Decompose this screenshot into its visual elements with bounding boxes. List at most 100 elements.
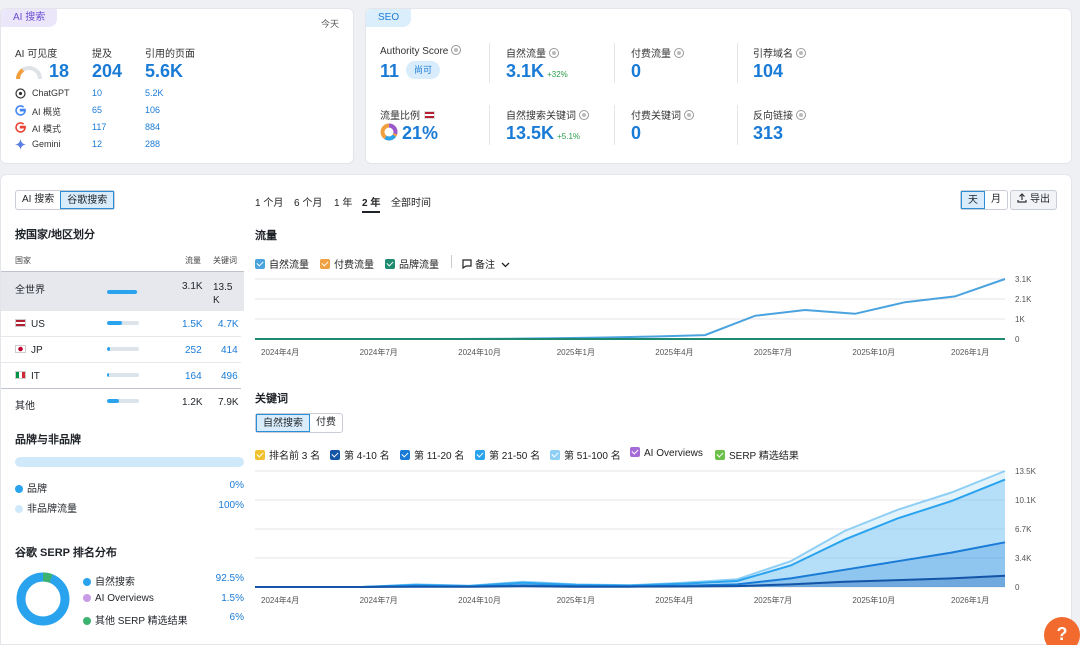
keywords-col-header: 关键词 bbox=[213, 256, 237, 265]
backlinks-value[interactable]: 313 bbox=[753, 123, 783, 144]
legend-11-20[interactable]: 第 11-20 名 bbox=[400, 447, 464, 462]
legend-paid[interactable]: 付费流量 bbox=[320, 256, 374, 271]
bar-fill bbox=[107, 399, 120, 403]
country-share-bar bbox=[107, 399, 139, 403]
info-icon[interactable] bbox=[451, 45, 462, 55]
checkbox-icon bbox=[330, 450, 340, 460]
country-label: JP bbox=[15, 345, 43, 356]
country-row-us[interactable]: US 1.5K 4.7K bbox=[1, 311, 241, 337]
authority-score-value[interactable]: 11 bbox=[380, 61, 399, 82]
export-button[interactable]: 导出 bbox=[1010, 190, 1057, 210]
country-keywords[interactable]: 4.7K bbox=[218, 319, 239, 330]
legend-label: 第 4-10 名 bbox=[344, 451, 390, 462]
y-tick-label: 1K bbox=[1015, 315, 1025, 324]
info-icon[interactable] bbox=[674, 48, 684, 58]
country-row-it[interactable]: IT 164 496 bbox=[1, 363, 241, 389]
info-icon[interactable] bbox=[579, 110, 589, 120]
ai-cited-value[interactable]: 5.6K bbox=[145, 61, 183, 82]
legend-ai-overviews[interactable]: AI Overviews bbox=[630, 447, 703, 459]
legend-organic[interactable]: 自然流量 bbox=[255, 256, 309, 271]
tab-organic[interactable]: 自然搜索 bbox=[256, 414, 310, 432]
paid-keywords-value[interactable]: 0 bbox=[631, 123, 641, 144]
x-tick-label: 2026年1月 bbox=[951, 347, 989, 357]
platform-mentions[interactable]: 10 bbox=[92, 88, 102, 98]
help-button[interactable]: ? bbox=[1044, 617, 1080, 645]
period-1m[interactable]: 1 个月 bbox=[255, 194, 283, 209]
country-traffic[interactable]: 164 bbox=[185, 371, 202, 382]
legend-4-10[interactable]: 第 4-10 名 bbox=[330, 447, 390, 462]
period-2y[interactable]: 2 年 bbox=[362, 194, 381, 213]
legend-label: 付费流量 bbox=[334, 260, 374, 271]
serp-dot bbox=[83, 594, 91, 602]
platform-mentions[interactable]: 65 bbox=[92, 105, 102, 115]
x-tick-label: 2025年1月 bbox=[557, 595, 595, 605]
country-keywords: 7.9K bbox=[218, 397, 239, 408]
traffic-share-value[interactable]: 21% bbox=[402, 123, 438, 144]
x-tick-label: 2025年1月 bbox=[557, 347, 595, 357]
serp-value[interactable]: 1.5% bbox=[221, 593, 244, 604]
country-keywords[interactable]: 496 bbox=[221, 371, 238, 382]
info-icon[interactable] bbox=[796, 110, 806, 120]
info-icon[interactable] bbox=[684, 110, 694, 120]
platform-mentions[interactable]: 12 bbox=[92, 139, 102, 149]
notes-dropdown[interactable]: 备注 bbox=[462, 256, 510, 271]
country-row-world[interactable]: 全世界 3.1K 13.5 K bbox=[1, 271, 244, 311]
ai-mentions-value[interactable]: 204 bbox=[92, 61, 122, 82]
ai-search-tag: AI 搜索 bbox=[1, 9, 58, 27]
tab-paid[interactable]: 付费 bbox=[310, 414, 342, 432]
serp-value[interactable]: 6% bbox=[230, 612, 244, 623]
legend-top3[interactable]: 排名前 3 名 bbox=[255, 447, 320, 462]
y-tick-label: 10.1K bbox=[1015, 496, 1037, 505]
serp-legend-row: 其他 SERP 精选结果 6% bbox=[83, 612, 244, 627]
ai-visibility-value[interactable]: 18 bbox=[49, 61, 69, 82]
period-1y[interactable]: 1 年 bbox=[334, 194, 352, 209]
country-label: IT bbox=[15, 371, 40, 382]
toggle-ai-search[interactable]: AI 搜索 bbox=[16, 191, 60, 209]
legend-serp-features[interactable]: SERP 精选结果 bbox=[715, 447, 799, 462]
referring-domains-value[interactable]: 104 bbox=[753, 61, 783, 82]
organic-keywords-value[interactable]: 13.5K bbox=[506, 123, 554, 143]
checkbox-icon bbox=[320, 259, 330, 269]
seo-divider bbox=[614, 43, 615, 83]
country-traffic[interactable]: 252 bbox=[185, 345, 202, 356]
x-tick-label: 2025年7月 bbox=[754, 595, 792, 605]
ai-mentions-label: 提及 bbox=[92, 49, 112, 60]
period-all[interactable]: 全部时间 bbox=[391, 194, 431, 209]
platform-cited[interactable]: 288 bbox=[145, 139, 160, 149]
country-row-jp[interactable]: JP 252 414 bbox=[1, 337, 241, 363]
brand-value[interactable]: 0% bbox=[230, 480, 244, 491]
legend-separator bbox=[451, 255, 452, 268]
platform-cited[interactable]: 884 bbox=[145, 122, 160, 132]
legend-label: 自然流量 bbox=[269, 260, 309, 271]
legend-51-100[interactable]: 第 51-100 名 bbox=[550, 447, 621, 462]
traffic-share-donut-icon bbox=[380, 123, 398, 141]
toggle-google-search[interactable]: 谷歌搜索 bbox=[60, 191, 115, 209]
nonbrand-value[interactable]: 100% bbox=[218, 500, 244, 511]
country-traffic[interactable]: 1.5K bbox=[182, 319, 203, 330]
serp-dot bbox=[83, 617, 91, 625]
main-panel: AI 搜索 谷歌搜索 按国家/地区划分 国家 流量 关键词 全世界 3.1K 1… bbox=[0, 174, 1072, 645]
seo-tag: SEO bbox=[366, 9, 412, 27]
serp-value[interactable]: 92.5% bbox=[216, 573, 244, 584]
info-icon[interactable] bbox=[796, 48, 806, 58]
platform-cited[interactable]: 5.2K bbox=[145, 88, 164, 98]
period-6m[interactable]: 6 个月 bbox=[294, 194, 322, 209]
info-icon[interactable] bbox=[549, 48, 559, 58]
organic-traffic-value[interactable]: 3.1K bbox=[506, 61, 544, 81]
checkbox-icon bbox=[475, 450, 485, 460]
country-share-bar bbox=[107, 290, 139, 294]
serp-legend-row: AI Overviews 1.5% bbox=[83, 593, 244, 604]
platform-cited[interactable]: 106 bbox=[145, 105, 160, 115]
platform-mentions[interactable]: 117 bbox=[92, 122, 106, 132]
country-keywords[interactable]: 414 bbox=[221, 345, 238, 356]
granularity-day[interactable]: 天 bbox=[961, 191, 985, 209]
paid-traffic-value[interactable]: 0 bbox=[631, 61, 641, 82]
upload-icon bbox=[1017, 193, 1027, 203]
country-traffic: 3.1K bbox=[182, 281, 203, 292]
x-tick-label: 2025年4月 bbox=[655, 595, 693, 605]
granularity-month[interactable]: 月 bbox=[985, 191, 1007, 209]
checkbox-icon bbox=[550, 450, 560, 460]
legend-brand[interactable]: 品牌流量 bbox=[385, 256, 439, 271]
legend-21-50[interactable]: 第 21-50 名 bbox=[475, 447, 540, 462]
us-flag-icon bbox=[15, 319, 26, 327]
